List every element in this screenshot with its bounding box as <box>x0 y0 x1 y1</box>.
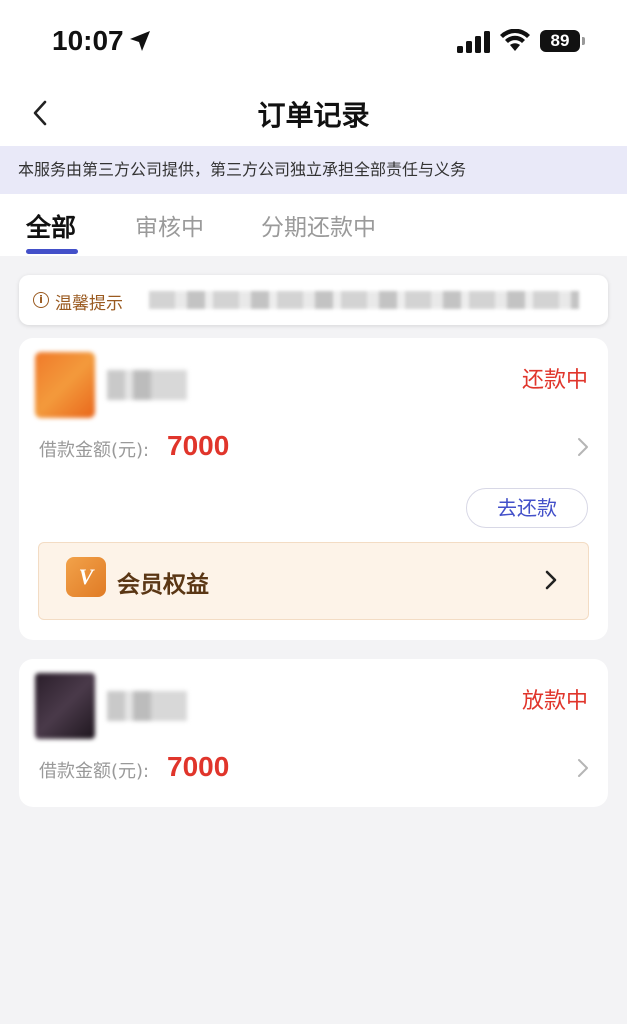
order-card[interactable]: 放款中 借款金额(元): 7000 <box>19 659 608 807</box>
cellular-signal-icon <box>457 31 490 53</box>
lender-name-redacted <box>107 370 187 400</box>
tab-all[interactable]: 全部 <box>26 208 76 244</box>
battery-tip <box>582 37 585 45</box>
info-circle-icon: i <box>33 292 49 308</box>
chevron-right-icon[interactable] <box>576 437 590 457</box>
battery-icon: 89 <box>540 30 580 52</box>
nav-bar: 订单记录 <box>0 82 627 146</box>
amount-value: 7000 <box>167 751 230 782</box>
vip-icon: V <box>66 557 106 597</box>
status-badge: 还款中 <box>521 368 588 393</box>
warm-tip-card: i 温馨提示 <box>19 275 608 325</box>
amount-label: 借款金额(元): <box>39 761 150 782</box>
tip-text-redacted <box>149 291 579 309</box>
wifi-icon <box>500 29 530 51</box>
chevron-right-icon[interactable] <box>576 758 590 778</box>
amount-label: 借款金额(元): <box>39 440 150 461</box>
tip-label: 温馨提示 <box>55 294 123 314</box>
lender-logo <box>35 352 95 418</box>
third-party-notice: 本服务由第三方公司提供，第三方公司独立承担全部责任与义务 <box>0 146 627 194</box>
amount-value: 7000 <box>167 430 230 461</box>
order-tabs: 全部 审核中 分期还款中 <box>0 194 627 256</box>
location-arrow-icon <box>130 31 150 51</box>
tab-reviewing[interactable]: 审核中 <box>135 208 204 242</box>
tab-installment-repaying[interactable]: 分期还款中 <box>261 208 376 242</box>
chevron-right-icon <box>545 570 557 590</box>
vip-label: 会员权益 <box>117 572 209 598</box>
repay-button[interactable]: 去还款 <box>466 488 588 528</box>
status-time: 10:07 <box>52 25 124 56</box>
active-tab-indicator <box>26 249 78 254</box>
page-title: 订单记录 <box>257 99 370 132</box>
lender-name-redacted <box>107 691 187 721</box>
status-bar: 10:07 89 <box>0 0 627 82</box>
lender-logo <box>35 673 95 739</box>
status-badge: 放款中 <box>521 689 588 714</box>
order-card[interactable]: 还款中 借款金额(元): 7000 去还款 V 会员权益 <box>19 338 608 640</box>
vip-benefits-banner[interactable]: V 会员权益 <box>38 542 589 620</box>
